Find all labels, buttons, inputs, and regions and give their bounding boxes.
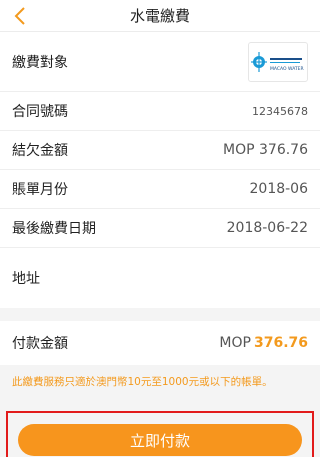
address-label: 地址 [12, 271, 40, 287]
payment-amount-label: 付款金額 [12, 336, 68, 352]
address-row: 地址 [0, 248, 320, 308]
chevron-left-icon [14, 7, 25, 25]
payment-amount-row: 付款金額 MOP 376.76 [0, 321, 320, 365]
payment-currency: MOP [219, 335, 251, 351]
section-divider [0, 308, 320, 321]
macao-water-logo: MACAO WATER [248, 41, 308, 82]
contract-label: 合同號碼 [12, 104, 68, 120]
arrears-value: MOP 376.76 [223, 142, 308, 158]
contract-row: 合同號碼 12345678 [0, 92, 320, 131]
contract-value: 12345678 [252, 104, 308, 118]
payment-section: 付款金額 MOP 376.76 [0, 321, 320, 365]
payment-notice: 此繳費服務只適於澳門幣10元至1000元或以下的帳單。 [0, 365, 320, 395]
pay-button-highlight: 立即付款 [6, 411, 314, 457]
pay-now-button[interactable]: 立即付款 [18, 424, 302, 456]
bill-month-label: 賬單月份 [12, 182, 68, 198]
arrears-label: 結欠金額 [12, 143, 68, 159]
payee-label: 繳費對象 [12, 54, 68, 71]
bill-month-row: 賬單月份 2018-06 [0, 170, 320, 209]
bill-details: 繳費對象 MACAO WATER 合同號碼 12345678 結欠金額 MOP … [0, 32, 320, 308]
last-date-row: 最後繳費日期 2018-06-22 [0, 209, 320, 248]
back-button[interactable] [10, 6, 30, 26]
last-date-label: 最後繳費日期 [12, 221, 96, 237]
payment-amount: MOP 376.76 [219, 335, 308, 351]
page-title: 水電繳費 [129, 7, 190, 25]
payment-amount-value: 376.76 [253, 335, 308, 351]
last-date-value: 2018-06-22 [226, 220, 308, 236]
bill-month-value: 2018-06 [249, 181, 309, 197]
payee-row: 繳費對象 MACAO WATER [0, 32, 320, 92]
svg-text:MACAO WATER: MACAO WATER [270, 66, 304, 72]
arrears-row: 結欠金額 MOP 376.76 [0, 131, 320, 170]
nav-bar: 水電繳費 [0, 0, 320, 32]
